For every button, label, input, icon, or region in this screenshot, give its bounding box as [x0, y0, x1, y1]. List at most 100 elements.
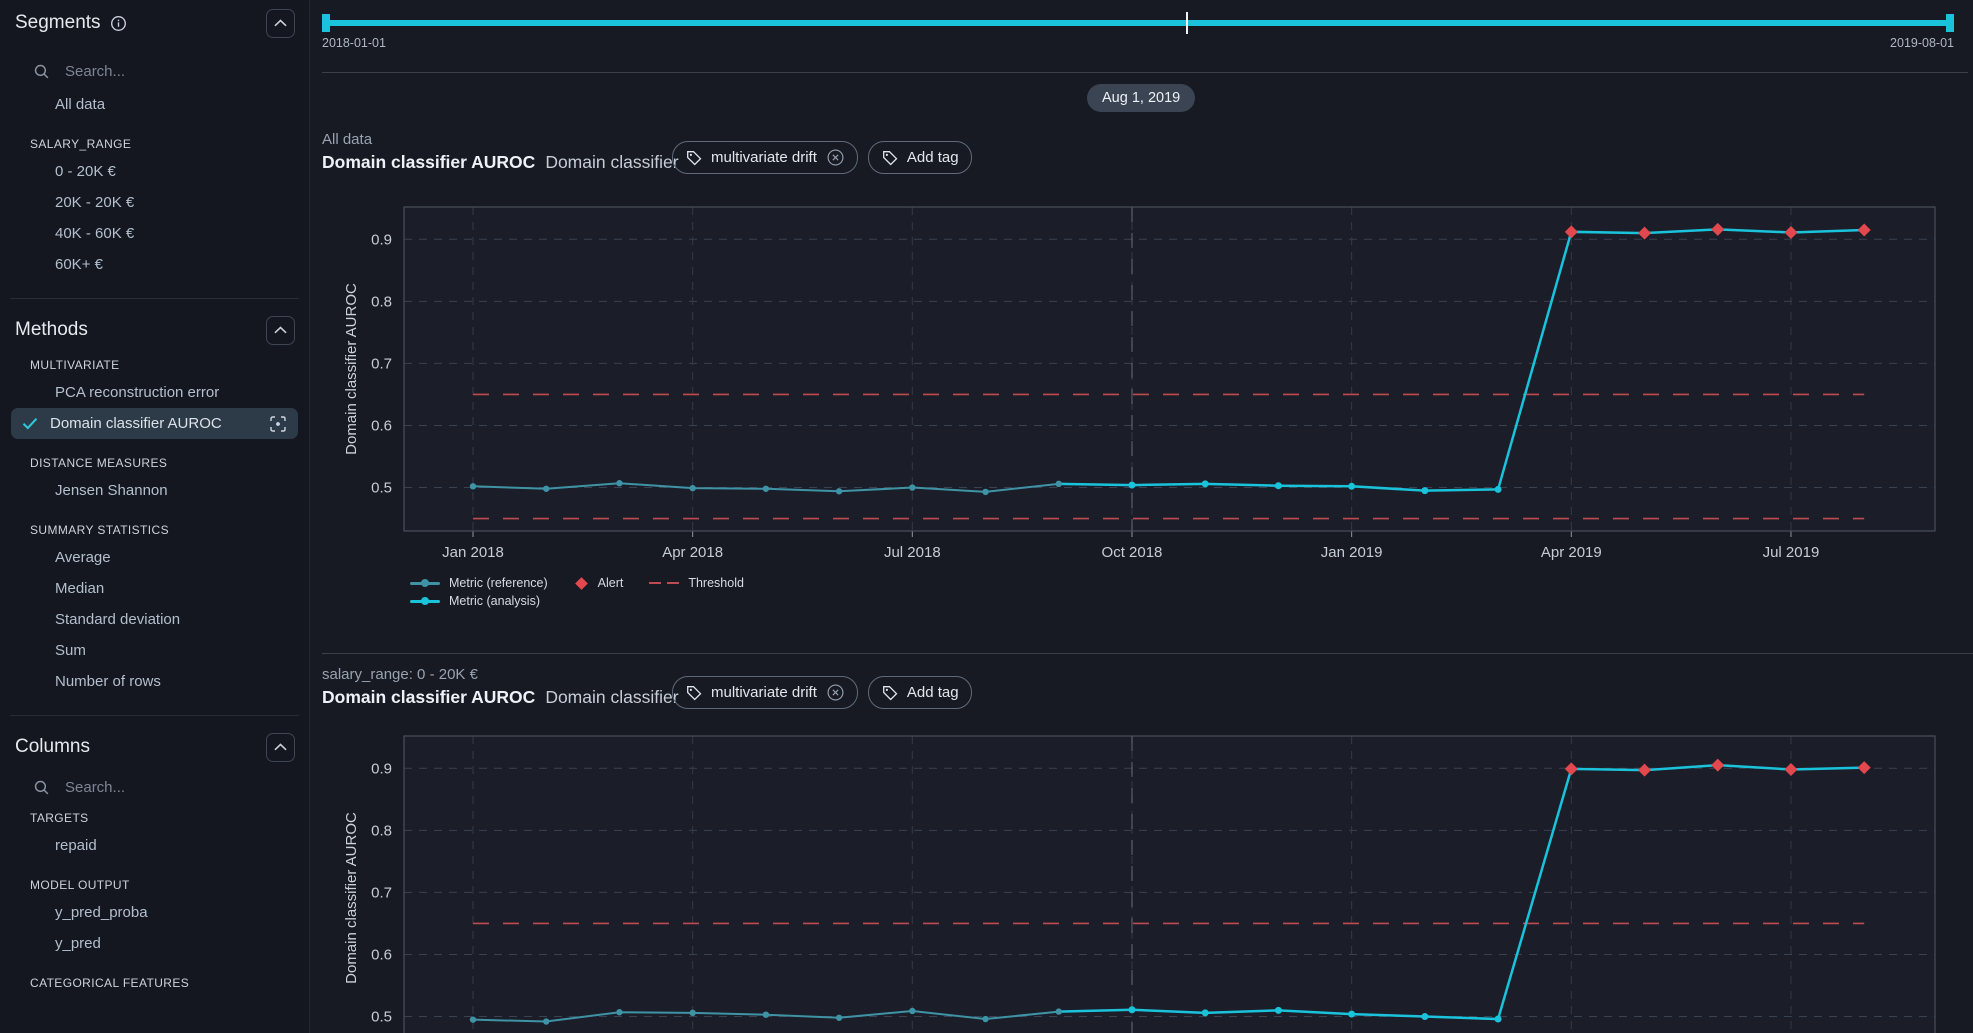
- sidebar-item-sum[interactable]: Sum: [0, 635, 309, 666]
- svg-text:Jul 2019: Jul 2019: [1763, 544, 1820, 561]
- svg-text:0.5: 0.5: [371, 480, 392, 497]
- tag-chip-multivariate-drift[interactable]: multivariate drift: [672, 676, 858, 709]
- sidebar-item-all-data[interactable]: All data: [0, 89, 309, 120]
- svg-text:Jul 2018: Jul 2018: [884, 544, 941, 561]
- sidebar-item-median[interactable]: Median: [0, 573, 309, 604]
- svg-text:0.7: 0.7: [371, 884, 392, 901]
- group-label-targets: TARGETS: [0, 807, 309, 829]
- chevron-up-icon: [274, 19, 287, 27]
- svg-text:0.7: 0.7: [371, 355, 392, 372]
- chevron-up-icon: [274, 743, 287, 751]
- segments-section: Segments All data SALARY_RANGE 0 - 20K €…: [0, 0, 309, 290]
- tag-label: multivariate drift: [711, 149, 817, 166]
- auroc-chart-all-data[interactable]: 0.50.60.70.80.9Jan 2018Apr 2018Jul 2018O…: [330, 200, 1973, 572]
- svg-text:Domain classifier AUROC: Domain classifier AUROC: [343, 812, 360, 984]
- methods-section: Methods MULTIVARIATE PCA reconstruction …: [0, 307, 309, 707]
- svg-text:0.6: 0.6: [371, 946, 392, 963]
- auroc-chart-salary-0-20k[interactable]: 0.50.60.70.80.9Jan 2018Apr 2018Jul 2018O…: [330, 730, 1973, 1033]
- timeline-left-handle[interactable]: [322, 14, 330, 32]
- group-label-summary-statistics: SUMMARY STATISTICS: [0, 519, 309, 541]
- threshold-dash-swatch: [649, 582, 679, 584]
- sidebar-item-average[interactable]: Average: [0, 542, 309, 573]
- legend-item-threshold[interactable]: Threshold: [649, 576, 744, 590]
- check-icon: [22, 417, 38, 430]
- sidebar-item-pca-reconstruction-error[interactable]: PCA reconstruction error: [0, 377, 309, 408]
- tag-icon: [882, 150, 898, 166]
- add-tag-label: Add tag: [907, 149, 959, 166]
- group-label-salary-range: SALARY_RANGE: [0, 133, 309, 155]
- svg-text:Oct 2018: Oct 2018: [1102, 544, 1163, 561]
- timeline-end-date: 2019-08-01: [1890, 36, 1954, 50]
- sidebar-item-jensen-shannon[interactable]: Jensen Shannon: [0, 475, 309, 506]
- methods-title: Methods: [15, 319, 88, 341]
- sidebar-item-40k-60k[interactable]: 40K - 60K €: [0, 218, 309, 249]
- legend-item-alert[interactable]: Alert: [574, 576, 624, 590]
- svg-text:0.5: 0.5: [371, 1009, 392, 1026]
- alert-diamond-swatch: [575, 577, 588, 590]
- section-divider: [322, 653, 1973, 654]
- chart-title: Domain classifier AUROC: [322, 687, 535, 707]
- sidebar-item-repaid[interactable]: repaid: [0, 830, 309, 861]
- header-divider: [322, 72, 1968, 73]
- sidebar-divider: [10, 298, 299, 299]
- columns-search-input[interactable]: [63, 778, 247, 797]
- remove-tag-icon[interactable]: [826, 683, 845, 702]
- tag-list: multivariate drift Add tag: [672, 141, 972, 174]
- segments-header: Segments: [0, 8, 309, 38]
- timeline-cursor[interactable]: [1186, 12, 1188, 34]
- chart-legend: Metric (reference) Alert Threshold Metri…: [410, 576, 744, 608]
- sidebar: Segments All data SALARY_RANGE 0 - 20K €…: [0, 0, 310, 1033]
- svg-text:0.8: 0.8: [371, 822, 392, 839]
- chart-title: Domain classifier AUROC: [322, 152, 535, 172]
- sidebar-item-60k-plus[interactable]: 60K+ €: [0, 249, 309, 280]
- segment-label: All data: [322, 131, 679, 148]
- main-content: 2018-01-01 2019-08-01 Aug 1, 2019 All da…: [311, 0, 1973, 1033]
- chevron-up-icon: [274, 326, 287, 334]
- legend-label-analysis: Metric (analysis): [449, 594, 540, 608]
- tag-chip-multivariate-drift[interactable]: multivariate drift: [672, 141, 858, 174]
- legend-label-reference: Metric (reference): [449, 576, 548, 590]
- svg-text:Apr 2019: Apr 2019: [1541, 544, 1602, 561]
- analysis-line-swatch: [410, 600, 440, 603]
- segments-search: [33, 59, 295, 83]
- group-label-multivariate: MULTIVARIATE: [0, 354, 309, 376]
- sidebar-item-domain-classifier-auroc[interactable]: Domain classifier AUROC: [11, 408, 298, 439]
- legend-item-analysis[interactable]: Metric (analysis): [410, 594, 540, 608]
- remove-tag-icon[interactable]: [826, 148, 845, 167]
- timeline-right-handle[interactable]: [1946, 14, 1954, 32]
- columns-section: Columns TARGETS repaid MODEL OUTPUT y_pr…: [0, 724, 309, 1005]
- search-icon: [33, 779, 50, 796]
- sidebar-item-y-pred-proba[interactable]: y_pred_proba: [0, 897, 309, 928]
- columns-collapse-button[interactable]: [266, 733, 295, 762]
- timeline-start-date: 2018-01-01: [322, 36, 386, 50]
- svg-text:Jan 2018: Jan 2018: [442, 544, 504, 561]
- group-label-distance-measures: DISTANCE MEASURES: [0, 452, 309, 474]
- sidebar-item-standard-deviation[interactable]: Standard deviation: [0, 604, 309, 635]
- sidebar-item-y-pred[interactable]: y_pred: [0, 928, 309, 959]
- segments-collapse-button[interactable]: [266, 9, 295, 38]
- legend-item-reference[interactable]: Metric (reference): [410, 576, 548, 590]
- svg-text:Jan 2019: Jan 2019: [1321, 544, 1383, 561]
- sidebar-item-0-20k[interactable]: 0 - 20K €: [0, 156, 309, 187]
- chart-title-suffix: Domain classifier: [545, 152, 678, 172]
- add-tag-label: Add tag: [907, 684, 959, 701]
- tag-icon: [686, 685, 702, 701]
- timeline-range-bar[interactable]: [322, 20, 1954, 26]
- segment-label: salary_range: 0 - 20K €: [322, 666, 679, 683]
- selected-date-chip[interactable]: Aug 1, 2019: [1087, 84, 1195, 112]
- methods-collapse-button[interactable]: [266, 316, 295, 345]
- methods-header: Methods: [0, 315, 309, 345]
- segments-search-input[interactable]: [63, 62, 247, 81]
- sidebar-item-number-of-rows[interactable]: Number of rows: [0, 666, 309, 697]
- legend-label-threshold: Threshold: [688, 576, 744, 590]
- add-tag-button[interactable]: Add tag: [868, 141, 972, 174]
- chart-title-suffix: Domain classifier: [545, 687, 678, 707]
- add-tag-button[interactable]: Add tag: [868, 676, 972, 709]
- sidebar-item-20k-20k[interactable]: 20K - 20K €: [0, 187, 309, 218]
- segments-title: Segments: [15, 12, 101, 34]
- svg-text:0.9: 0.9: [371, 231, 392, 248]
- chart-card-header: salary_range: 0 - 20K € Domain classifie…: [322, 666, 679, 708]
- focus-chart-icon[interactable]: [270, 416, 286, 432]
- info-icon[interactable]: [110, 15, 127, 32]
- tag-list: multivariate drift Add tag: [672, 676, 972, 709]
